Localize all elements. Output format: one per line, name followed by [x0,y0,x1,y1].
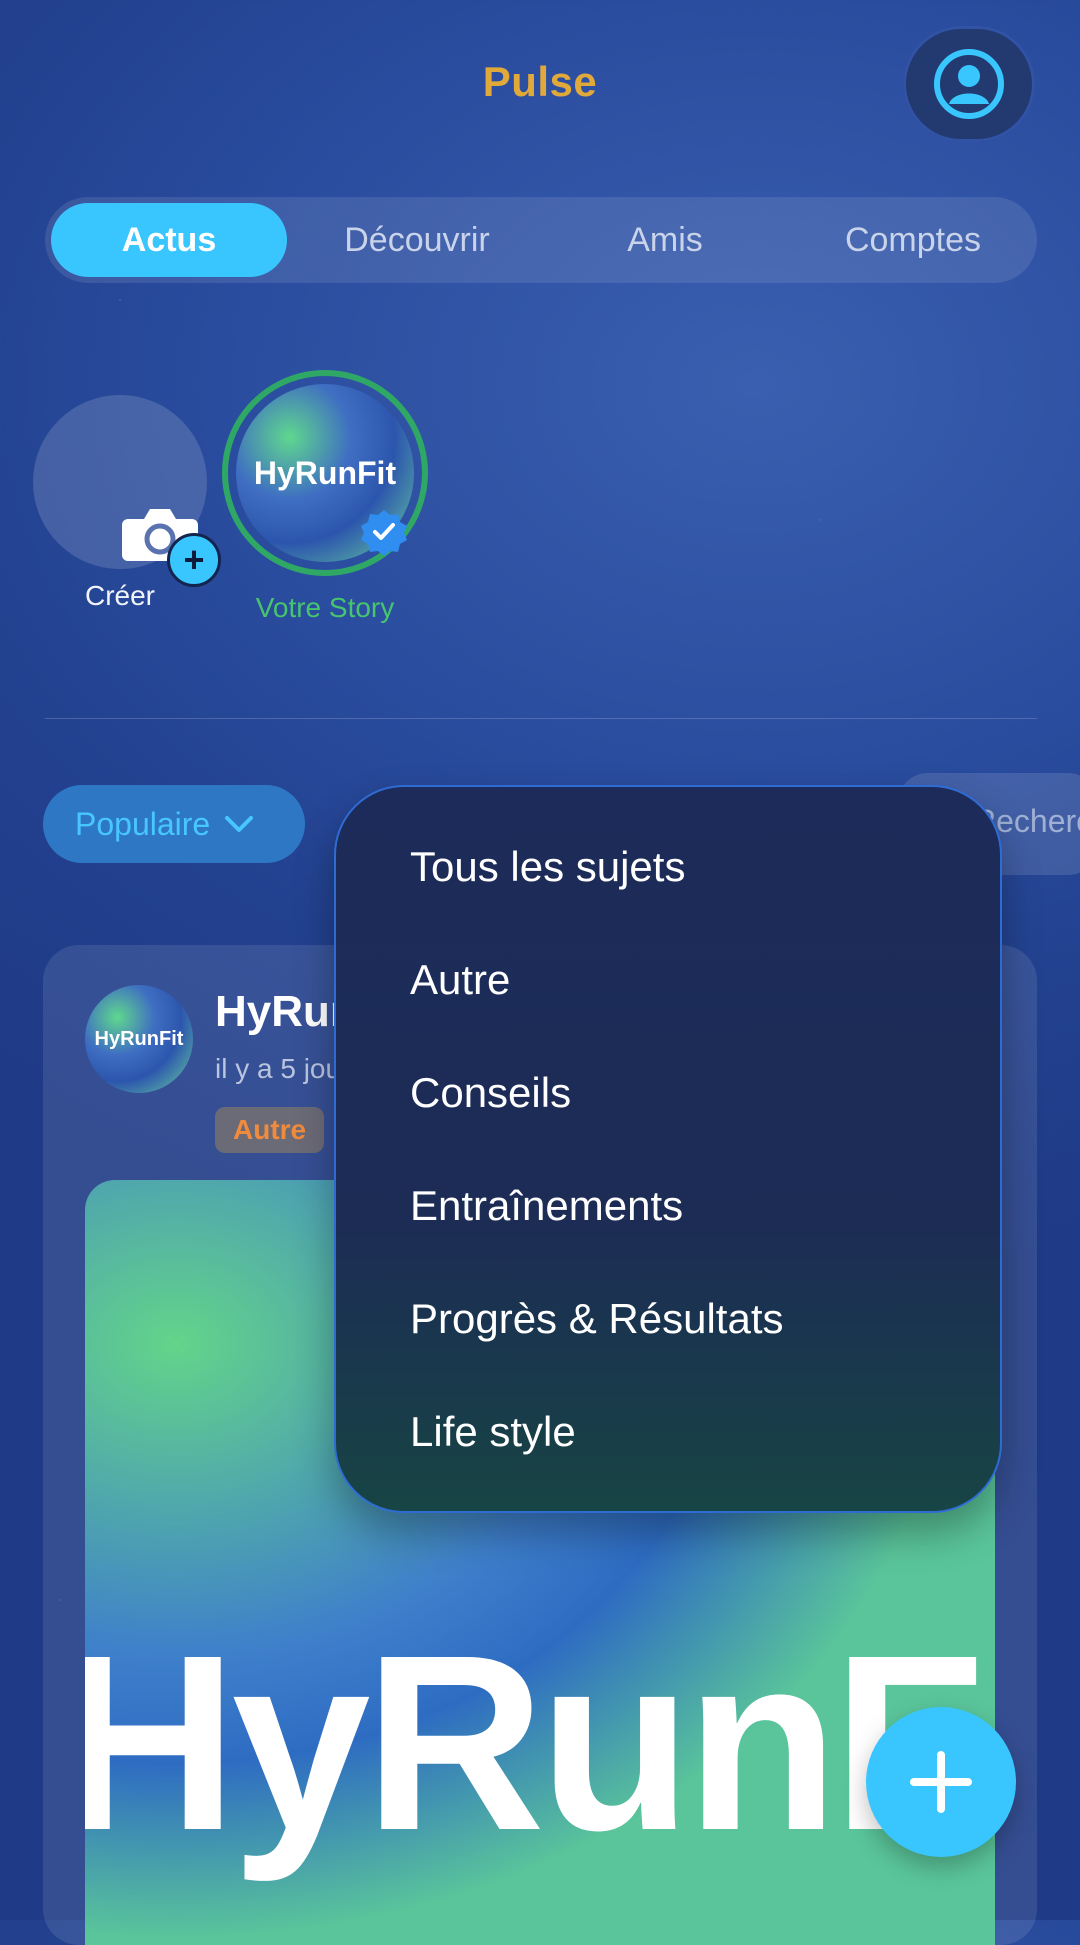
sort-dropdown[interactable]: Populaire [43,785,305,863]
profile-button[interactable] [903,26,1035,142]
topic-dropdown-menu: Tous les sujets Autre Conseils Entraînem… [334,785,1002,1513]
add-icon [910,1751,972,1813]
tab-actus[interactable]: Actus [51,203,287,277]
tab-bar: Actus Découvrir Amis Comptes [45,197,1037,283]
divider [45,718,1037,719]
menu-item-progres-resultats[interactable]: Progrès & Résultats [410,1295,784,1343]
profile-icon [934,49,1004,119]
tab-comptes[interactable]: Comptes [795,203,1031,277]
create-post-button[interactable] [866,1707,1016,1857]
verified-icon [361,510,407,556]
menu-item-autre[interactable]: Autre [410,956,510,1004]
menu-item-life-style[interactable]: Life style [410,1408,576,1456]
menu-item-conseils[interactable]: Conseils [410,1069,571,1117]
sort-label: Populaire [75,805,211,842]
tab-decouvrir[interactable]: Découvrir [299,203,535,277]
post-avatar[interactable]: HyRunFit [85,985,193,1093]
plus-icon: + [167,533,221,587]
chevron-down-icon [225,816,254,832]
menu-item-tous-les-sujets[interactable]: Tous les sujets [410,843,685,891]
tab-amis[interactable]: Amis [547,203,783,277]
your-story-label: Votre Story [255,592,395,623]
post-image-text: HyRunFit [85,1603,995,1882]
post-tag-badge: Autre [215,1107,325,1153]
create-story-label: Créer [84,580,155,611]
menu-item-entrainements[interactable]: Entraînements [410,1182,683,1230]
